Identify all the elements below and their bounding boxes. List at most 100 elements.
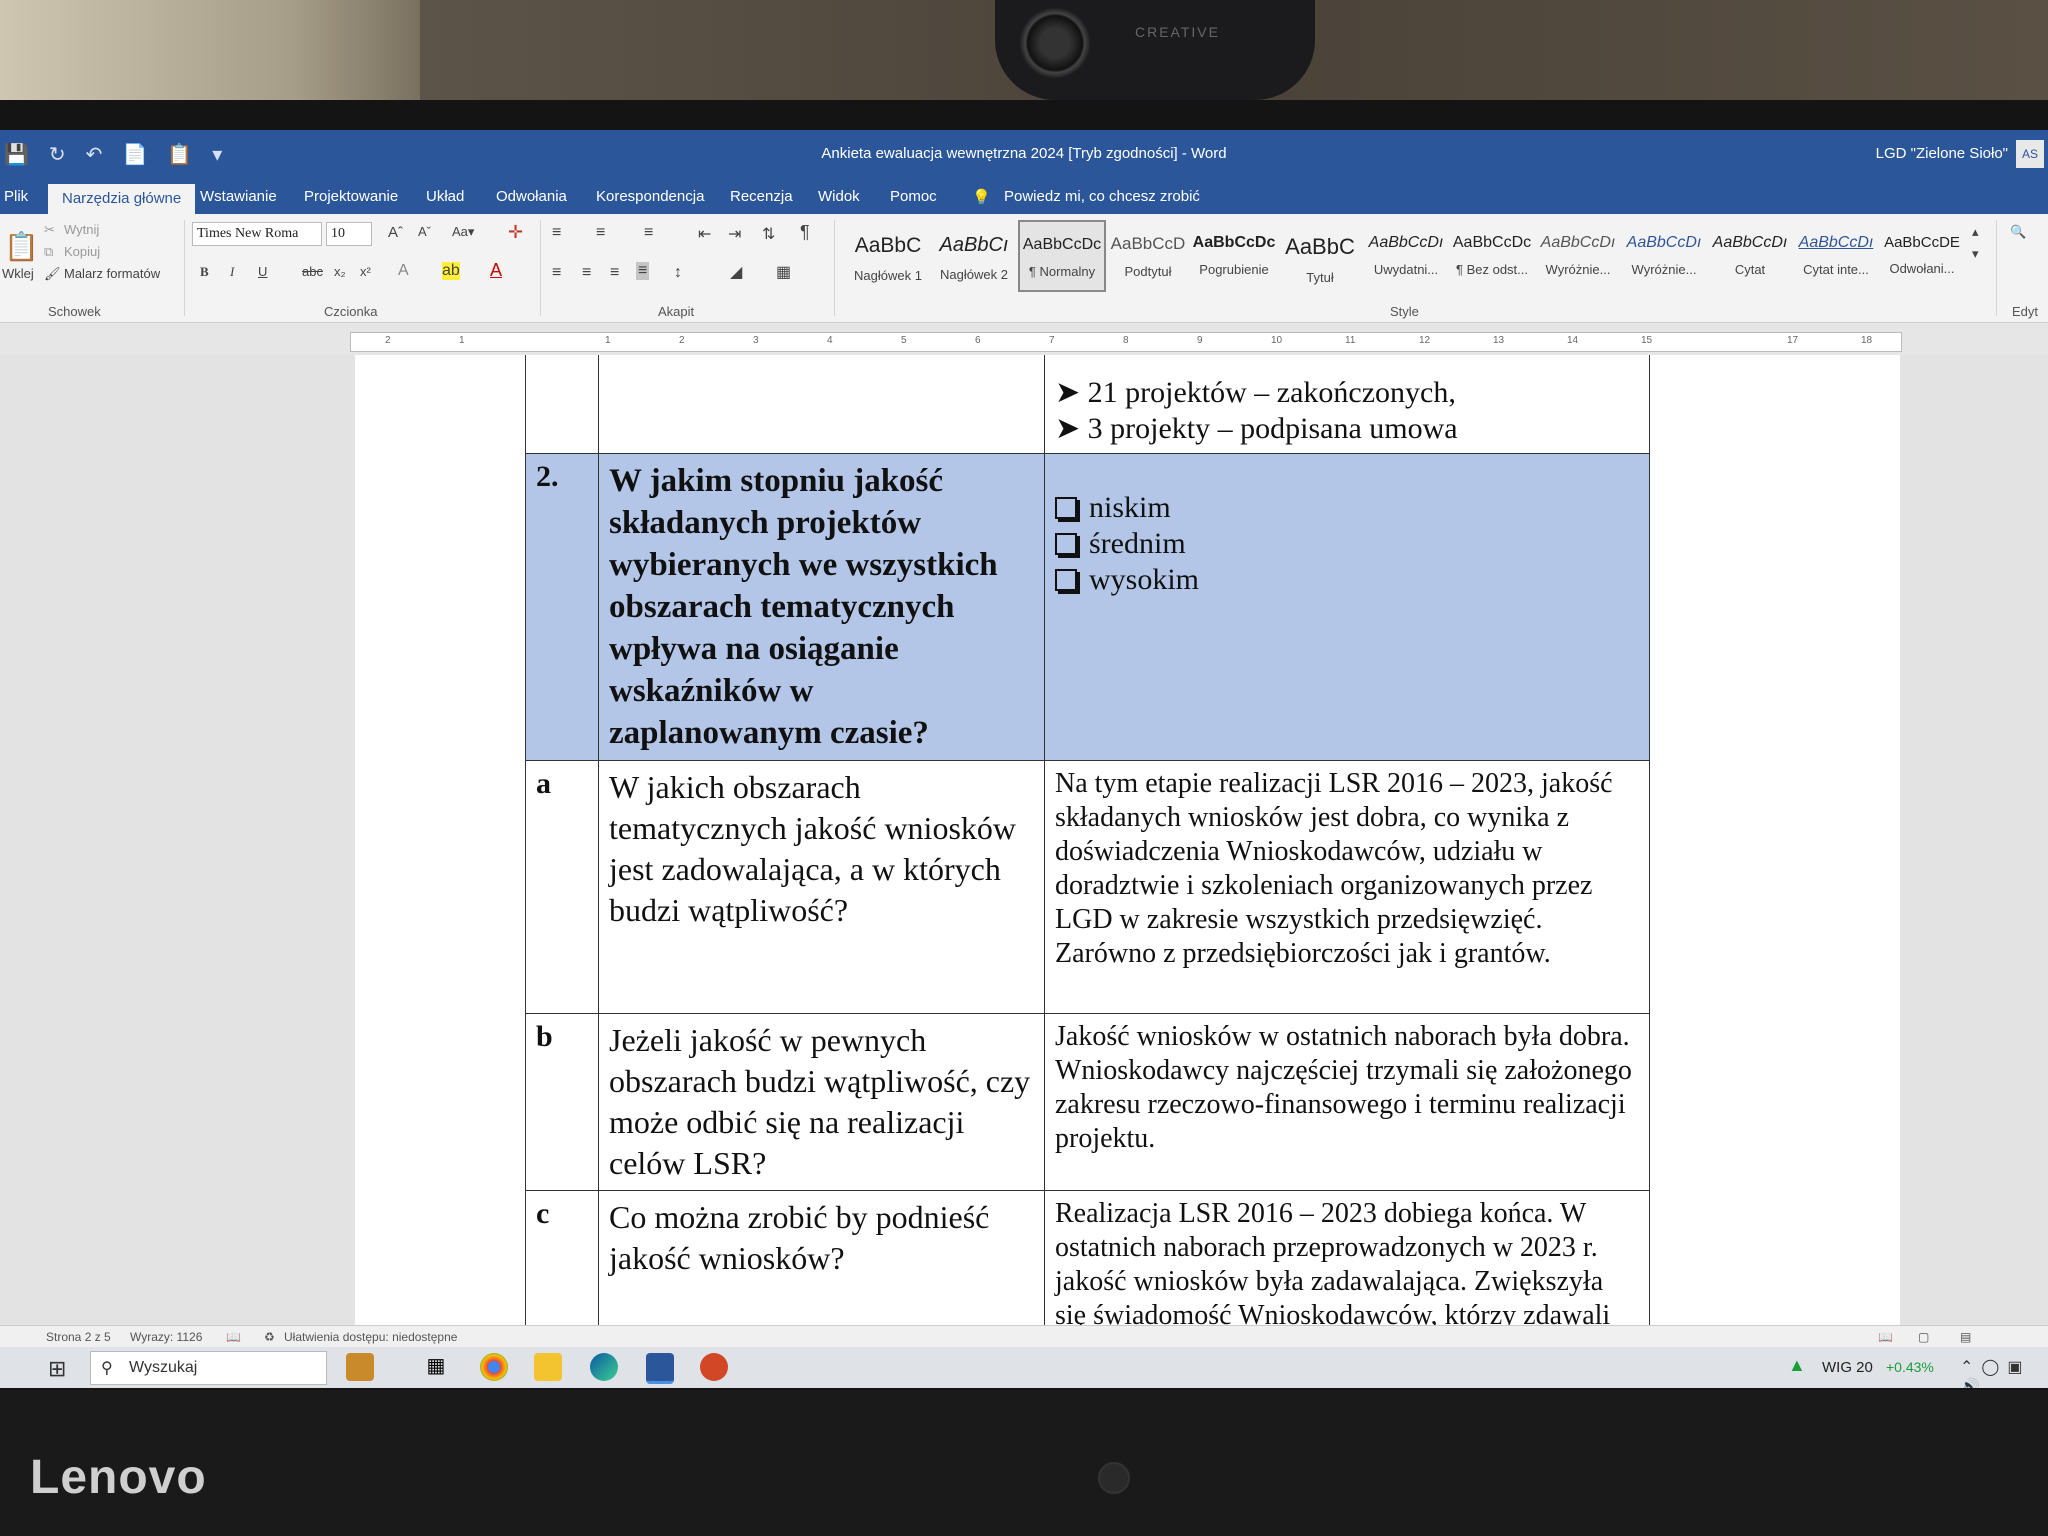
underline-icon[interactable]: U bbox=[258, 264, 267, 279]
style-bez-odstepow[interactable]: AaBbCcDc ¶ Bez odst... bbox=[1450, 220, 1534, 288]
style-uwydatnienie[interactable]: AaBbCcDı Uwydatni... bbox=[1364, 220, 1448, 288]
find-icon[interactable]: 🔍 bbox=[2010, 224, 2026, 240]
question-text[interactable]: W jakich obszarach tematycznych jakość w… bbox=[598, 760, 1045, 1014]
grow-font-icon[interactable]: Aˆ bbox=[388, 224, 403, 241]
show-formatting-icon[interactable]: ¶ bbox=[800, 222, 810, 243]
horizontal-ruler[interactable]: 2 1 1 2 3 4 5 6 7 8 9 10 11 12 13 14 15 … bbox=[350, 332, 1902, 352]
copy-button[interactable]: Kopiuj bbox=[64, 244, 100, 259]
accessibility-icon[interactable]: ♻ bbox=[264, 1330, 275, 1344]
clear-formatting-icon[interactable]: ✛ bbox=[508, 222, 523, 243]
shrink-font-icon[interactable]: Aˇ bbox=[418, 224, 431, 239]
style-naglowek-2[interactable]: AaBbCı Nagłówek 2 bbox=[932, 220, 1016, 288]
table-cell[interactable]: ➤ 21 projektów – zakończonych, ➤ 3 proje… bbox=[1044, 355, 1650, 454]
answer-options[interactable]: niskim średnim wysokim bbox=[1044, 453, 1650, 761]
cut-button[interactable]: Wytnij bbox=[64, 222, 99, 237]
account-name[interactable]: LGD "Zielone Sioło" bbox=[1876, 145, 2008, 162]
tab-odwolania[interactable]: Odwołania bbox=[496, 188, 567, 205]
align-right-icon[interactable]: ≡ bbox=[610, 264, 619, 282]
task-view-icon[interactable]: ▦ bbox=[422, 1353, 450, 1381]
tab-widok[interactable]: Widok bbox=[818, 188, 860, 205]
question-number[interactable]: 2. bbox=[525, 453, 599, 761]
option-wysokim[interactable]: wysokim bbox=[1055, 562, 1639, 598]
strikethrough-icon[interactable]: abc bbox=[302, 264, 323, 279]
row-letter[interactable]: b bbox=[525, 1013, 599, 1191]
tab-narzedzia-glowne[interactable]: Narzędzia główne bbox=[48, 184, 196, 215]
checkbox-icon[interactable] bbox=[1055, 497, 1077, 519]
tab-korespondencja[interactable]: Korespondencja bbox=[596, 188, 704, 205]
option-niskim[interactable]: niskim bbox=[1055, 490, 1639, 526]
tab-recenzja[interactable]: Recenzja bbox=[730, 188, 793, 205]
subscript-icon[interactable]: x₂ bbox=[334, 264, 346, 279]
powerpoint-icon[interactable] bbox=[700, 1353, 728, 1381]
tab-uklad[interactable]: Układ bbox=[426, 188, 464, 205]
format-painter-button[interactable]: Malarz formatów bbox=[64, 266, 160, 281]
styles-scroll-up-icon[interactable]: ▴ bbox=[1972, 224, 1979, 240]
justify-icon[interactable]: ≡ bbox=[636, 262, 650, 280]
tell-me-search[interactable]: Powiedz mi, co chcesz zrobić bbox=[1004, 188, 1200, 205]
text-effects-icon[interactable]: A bbox=[398, 262, 409, 280]
styles-scroll-down-icon[interactable]: ▾ bbox=[1972, 246, 1979, 262]
paste-icon[interactable]: 📋 bbox=[4, 230, 39, 263]
power-button[interactable] bbox=[1098, 1462, 1130, 1494]
table-cell[interactable] bbox=[525, 355, 599, 454]
question-text[interactable]: Jeżeli jakość w pewnych obszarach budzi … bbox=[598, 1013, 1045, 1191]
stock-widget-name[interactable]: WIG 20 bbox=[1822, 1359, 1873, 1376]
tab-pomoc[interactable]: Pomoc bbox=[890, 188, 937, 205]
style-naglowek-1[interactable]: AaBbC Nagłówek 1 bbox=[846, 220, 930, 288]
checkbox-icon[interactable] bbox=[1055, 533, 1077, 555]
multilevel-list-icon[interactable]: ≡ bbox=[644, 224, 653, 242]
decrease-indent-icon[interactable]: ⇤ bbox=[698, 224, 711, 244]
format-painter-icon[interactable]: 🖌 bbox=[44, 266, 61, 282]
document-page[interactable]: ➤ 21 projektów – zakończonych, ➤ 3 proje… bbox=[355, 355, 1900, 1374]
system-tray-icons[interactable]: ⌃◯▣🔊 bbox=[1960, 1357, 2048, 1388]
align-center-icon[interactable]: ≡ bbox=[582, 264, 591, 282]
bullets-icon[interactable]: ≡ bbox=[552, 224, 561, 242]
taskbar-search[interactable]: ⚲ Wyszukaj bbox=[90, 1351, 327, 1385]
line-spacing-icon[interactable]: ↕ bbox=[674, 264, 682, 282]
font-name-select[interactable]: Times New Roma bbox=[192, 222, 322, 246]
web-layout-icon[interactable]: ▤ bbox=[1960, 1330, 1971, 1344]
stock-widget-change[interactable]: +0.43% bbox=[1886, 1359, 1934, 1375]
increase-indent-icon[interactable]: ⇥ bbox=[728, 224, 741, 244]
shading-icon[interactable]: ◢ bbox=[730, 262, 742, 282]
highlight-icon[interactable]: ab bbox=[442, 262, 460, 280]
align-left-icon[interactable]: ≡ bbox=[552, 264, 561, 282]
style-podtytul[interactable]: AaBbCcD Podtytuł bbox=[1106, 220, 1190, 288]
chrome-icon[interactable] bbox=[480, 1353, 508, 1381]
numbering-icon[interactable]: ≡ bbox=[596, 224, 605, 242]
copy-icon[interactable]: ⧉ bbox=[44, 244, 53, 260]
paste-button[interactable]: Wklej bbox=[2, 266, 34, 281]
answer-text[interactable]: Na tym etapie realizacji LSR 2016 – 2023… bbox=[1044, 760, 1650, 1014]
checkbox-icon[interactable] bbox=[1055, 569, 1077, 591]
font-size-select[interactable]: 10 bbox=[326, 222, 372, 246]
proofing-icon[interactable]: 📖 bbox=[226, 1330, 241, 1344]
bold-icon[interactable]: B bbox=[200, 264, 209, 280]
file-explorer-icon[interactable] bbox=[534, 1353, 562, 1381]
tab-wstawianie[interactable]: Wstawianie bbox=[200, 188, 277, 205]
table-cell[interactable] bbox=[598, 355, 1045, 454]
style-wyroznienie-intensywne[interactable]: AaBbCcDı Wyróżnie... bbox=[1622, 220, 1706, 288]
accessibility-status[interactable]: Ułatwienia dostępu: niedostępne bbox=[284, 1330, 457, 1344]
word-count[interactable]: Wyrazy: 1126 bbox=[130, 1330, 202, 1344]
answer-text[interactable]: Jakość wniosków w ostatnich naborach był… bbox=[1044, 1013, 1650, 1191]
style-cytat[interactable]: AaBbCcDı Cytat bbox=[1708, 220, 1792, 288]
font-color-icon[interactable]: A bbox=[490, 260, 502, 281]
style-normalny[interactable]: AaBbCcDc ¶ Normalny bbox=[1018, 220, 1106, 292]
windows-start-icon[interactable]: ⊞ bbox=[48, 1356, 66, 1382]
sort-icon[interactable]: ⇅ bbox=[762, 224, 775, 244]
row-letter[interactable]: a bbox=[525, 760, 599, 1014]
style-wyroznienie-subtelne[interactable]: AaBbCcDı Wyróżnie... bbox=[1536, 220, 1620, 288]
style-cytat-intensywny[interactable]: AaBbCcDı Cytat inte... bbox=[1794, 220, 1878, 288]
tab-plik[interactable]: Plik bbox=[4, 188, 28, 205]
edge-icon[interactable] bbox=[590, 1353, 618, 1381]
style-tytul[interactable]: AaBbC Tytuł bbox=[1278, 220, 1362, 288]
tab-projektowanie[interactable]: Projektowanie bbox=[304, 188, 398, 205]
borders-icon[interactable]: ▦ bbox=[776, 262, 791, 282]
question-text[interactable]: W jakim stopniu jakość składanych projek… bbox=[598, 453, 1045, 761]
italic-icon[interactable]: I bbox=[230, 264, 234, 280]
read-mode-icon[interactable]: 📖 bbox=[1878, 1330, 1893, 1344]
cut-icon[interactable]: ✂ bbox=[44, 222, 55, 238]
superscript-icon[interactable]: x² bbox=[360, 264, 371, 279]
briefcase-icon[interactable] bbox=[346, 1353, 374, 1381]
print-layout-icon[interactable]: ▢ bbox=[1918, 1330, 1929, 1344]
